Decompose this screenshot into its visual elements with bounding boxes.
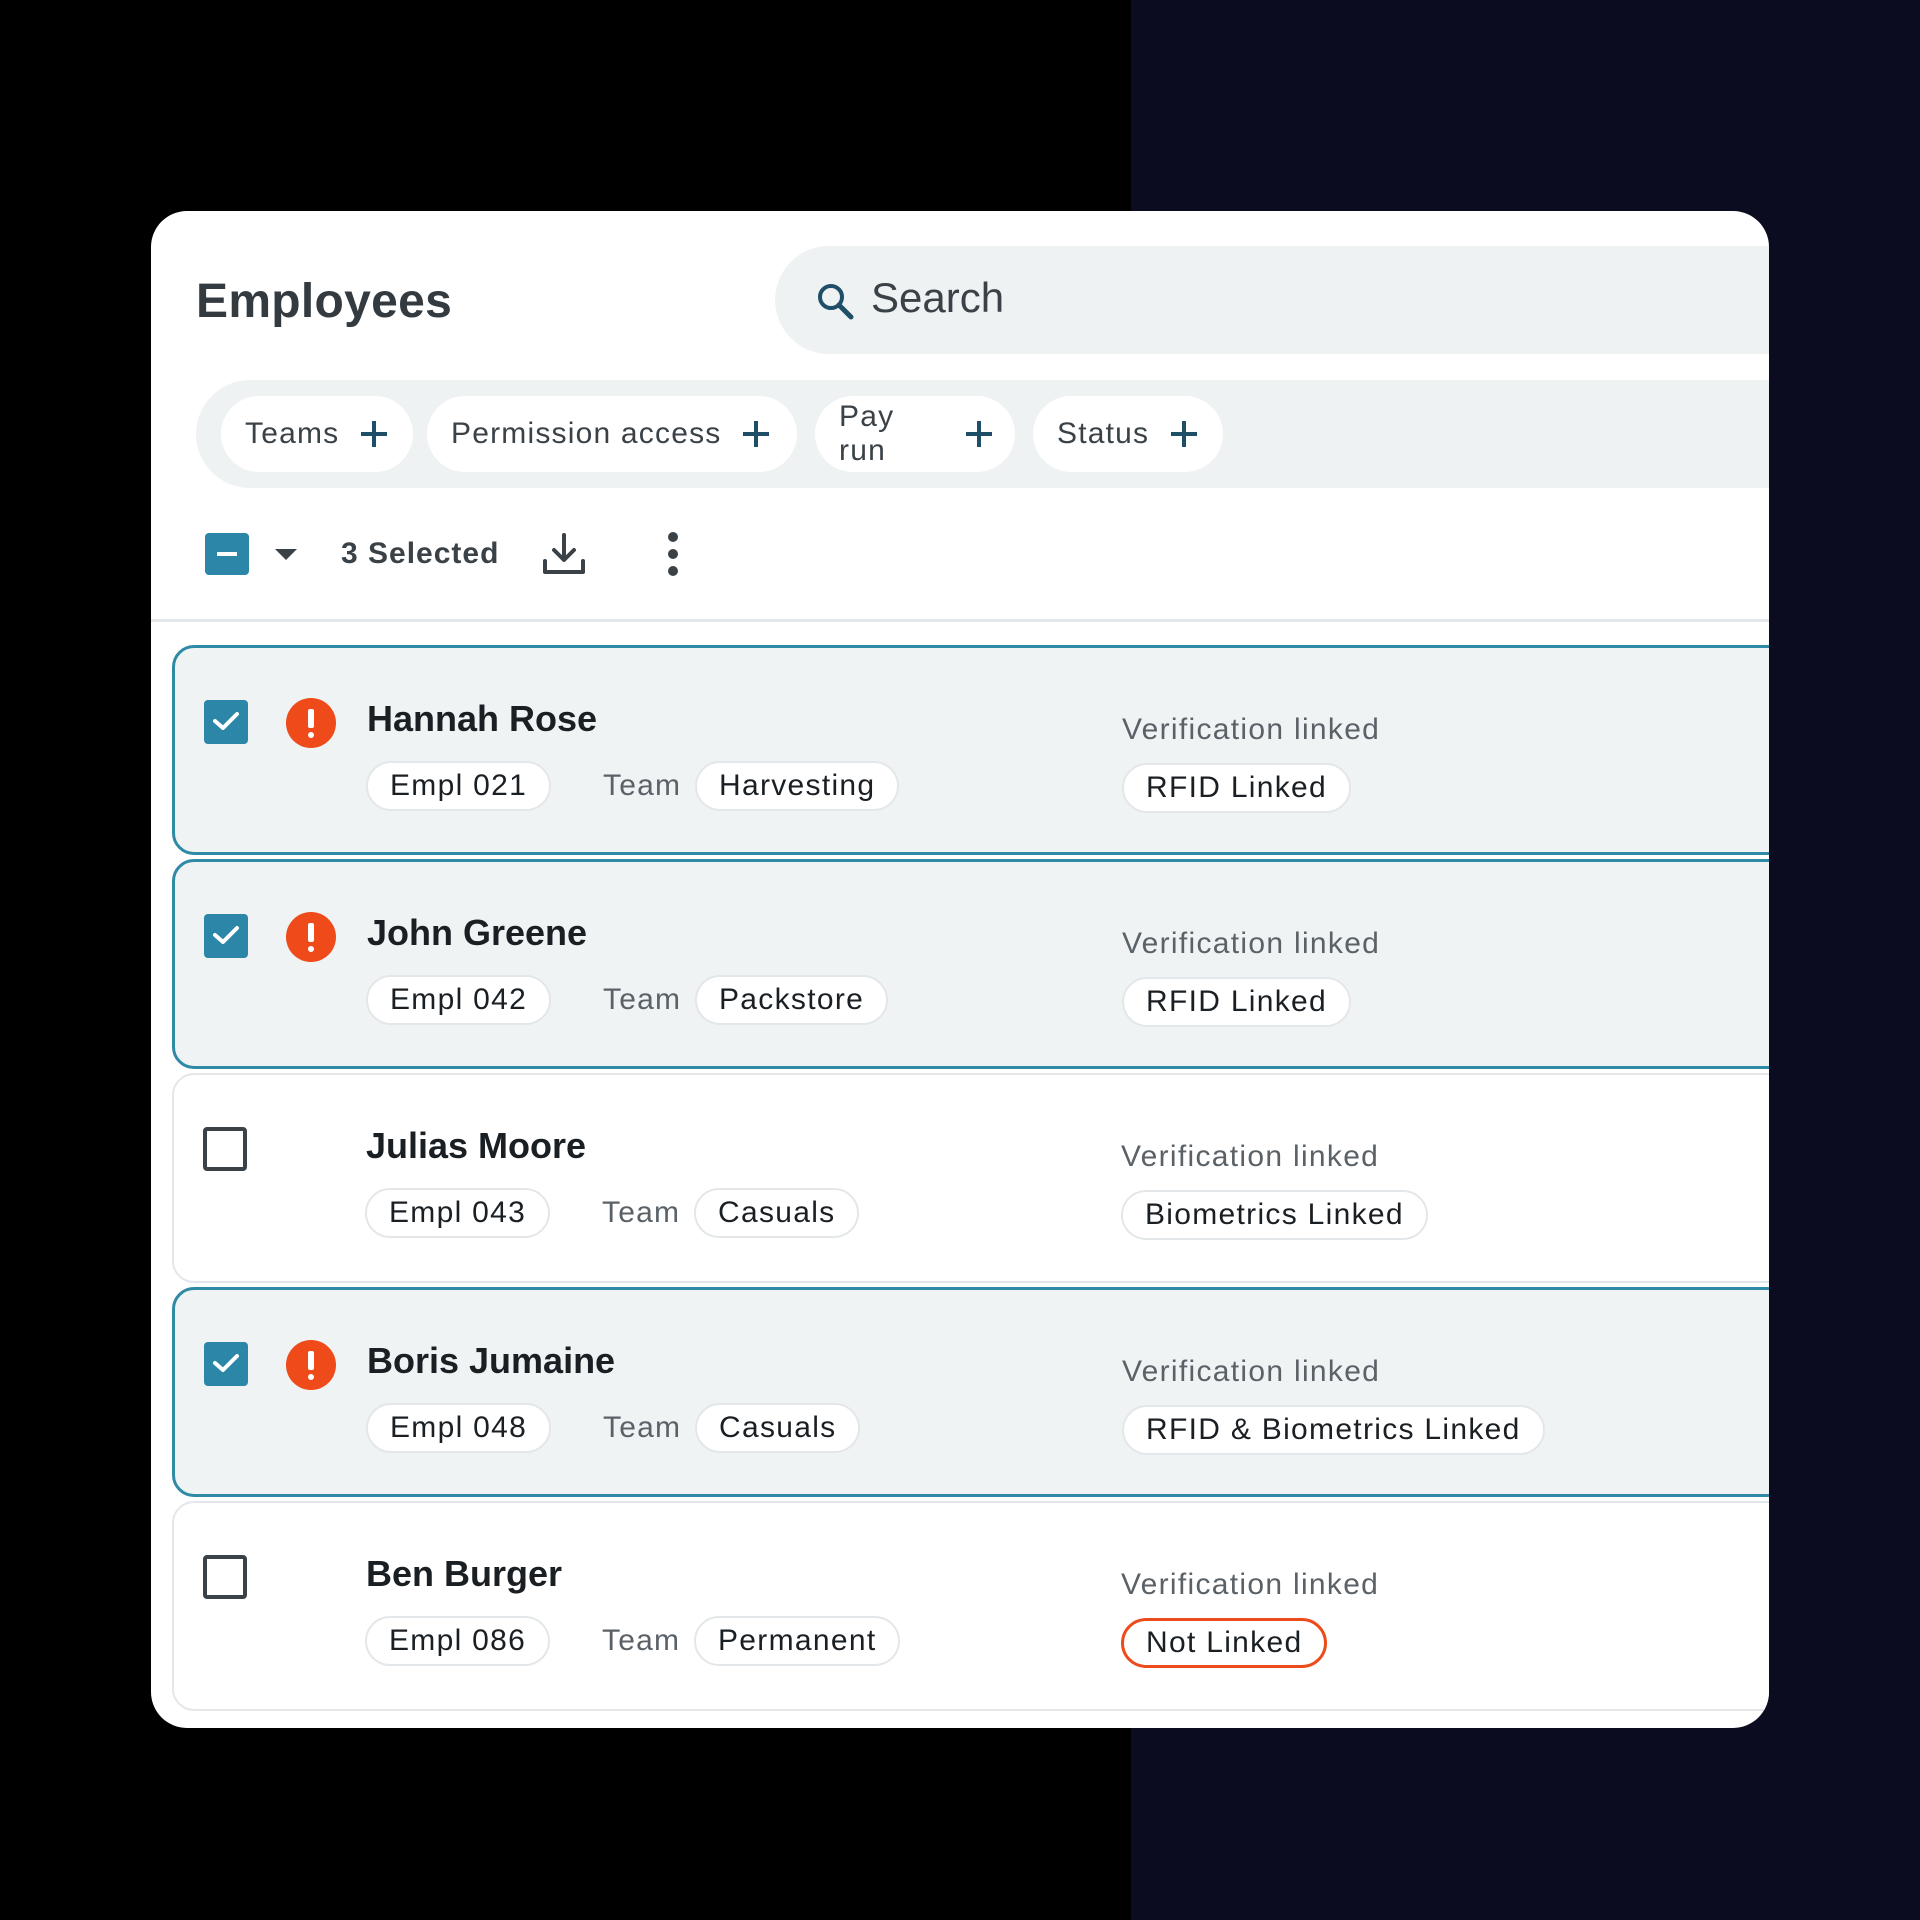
filter-chip-status[interactable]: Status <box>1033 396 1223 472</box>
verification-badge: RFID & Biometrics Linked <box>1122 1405 1545 1455</box>
employee-id-badge: Empl 086 <box>365 1616 551 1666</box>
row-checkbox[interactable] <box>203 1127 247 1171</box>
filter-chip-label: Permission access <box>451 417 722 450</box>
alert-icon <box>286 1340 336 1390</box>
filter-chip-label: Status <box>1057 417 1150 450</box>
employee-name[interactable]: Boris Jumaine <box>367 1340 615 1382</box>
row-checkbox[interactable] <box>204 700 248 744</box>
team-badge: Harvesting <box>695 761 900 811</box>
plus-icon <box>743 421 770 447</box>
table-row[interactable]: Ben Burger Empl 086 Team Permanent Verif… <box>172 1501 1769 1711</box>
plus-icon <box>966 421 992 447</box>
table-row[interactable]: Julias Moore Empl 043 Team Casuals Verif… <box>172 1073 1769 1283</box>
filter-bar: Teams Permission access Pay run Status <box>196 380 1769 488</box>
verification-badge-warning: Not Linked <box>1121 1618 1328 1668</box>
row-checkbox[interactable] <box>204 914 248 958</box>
employees-card: Employees Search Teams Permission access… <box>151 211 1769 1728</box>
team-label: Team <box>602 1196 681 1229</box>
filter-chip-label: Pay run <box>839 400 895 467</box>
row-checkbox[interactable] <box>204 1342 248 1386</box>
employee-name[interactable]: Hannah Rose <box>367 698 597 740</box>
verification-badge: RFID Linked <box>1122 763 1352 813</box>
verification-label: Verification linked <box>1122 927 1381 960</box>
employee-id-badge: Empl 048 <box>366 1403 552 1453</box>
plus-icon <box>361 421 388 447</box>
divider <box>151 619 1769 622</box>
team-label: Team <box>602 1624 681 1657</box>
employee-id-badge: Empl 021 <box>366 761 552 811</box>
employee-id-badge: Empl 043 <box>365 1188 551 1238</box>
table-row[interactable]: John Greene Empl 042 Team Packstore Veri… <box>172 859 1769 1069</box>
verification-badge: RFID Linked <box>1122 977 1352 1027</box>
filter-chip-permission-access[interactable]: Permission access <box>427 396 797 472</box>
alert-icon <box>286 912 336 962</box>
verification-label: Verification linked <box>1122 713 1381 746</box>
employee-name[interactable]: John Greene <box>367 912 587 954</box>
search-icon <box>818 284 854 320</box>
page-title: Employees <box>196 275 453 328</box>
filter-chip-pay-run[interactable]: Pay run <box>815 396 1015 472</box>
team-label: Team <box>603 983 682 1016</box>
team-badge: Casuals <box>694 1188 860 1238</box>
employee-name[interactable]: Julias Moore <box>366 1125 586 1167</box>
row-checkbox[interactable] <box>203 1555 247 1599</box>
verification-label: Verification linked <box>1121 1568 1380 1601</box>
select-all-checkbox[interactable] <box>205 533 249 575</box>
team-label: Team <box>603 1411 682 1444</box>
employee-id-badge: Empl 042 <box>366 975 552 1025</box>
table-row[interactable]: Hannah Rose Empl 021 Team Harvesting Ver… <box>172 645 1769 855</box>
search-placeholder: Search <box>871 274 1005 321</box>
team-badge: Packstore <box>695 975 889 1025</box>
verification-badge: Biometrics Linked <box>1121 1190 1428 1240</box>
filter-chip-label: Teams <box>245 417 340 450</box>
alert-icon <box>286 698 336 748</box>
plus-icon <box>1171 421 1198 447</box>
team-badge: Permanent <box>694 1616 901 1666</box>
chevron-down-icon[interactable] <box>275 549 297 560</box>
verification-label: Verification linked <box>1122 1355 1381 1388</box>
verification-label: Verification linked <box>1121 1140 1380 1173</box>
employee-name[interactable]: Ben Burger <box>366 1553 562 1595</box>
team-badge: Casuals <box>695 1403 861 1453</box>
table-row[interactable]: Boris Jumaine Empl 048 Team Casuals Veri… <box>172 1287 1769 1497</box>
download-icon[interactable] <box>541 531 587 577</box>
more-vertical-icon[interactable] <box>661 531 685 577</box>
team-label: Team <box>603 769 682 802</box>
search-input[interactable]: Search <box>775 246 1769 354</box>
selected-count: 3 Selected <box>341 537 500 570</box>
selection-toolbar: 3 Selected <box>151 511 1769 621</box>
filter-chip-teams[interactable]: Teams <box>221 396 413 472</box>
